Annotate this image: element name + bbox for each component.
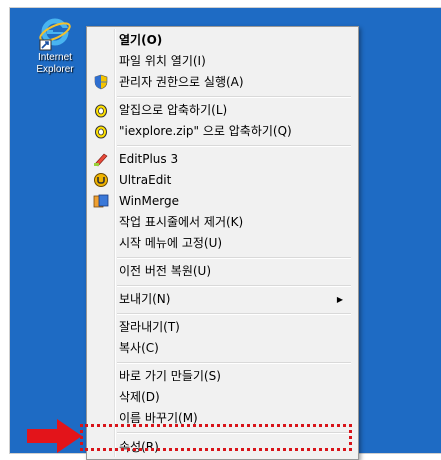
red-arrow-icon [27, 419, 82, 453]
menu-item-copy[interactable]: 복사(C) [89, 338, 355, 359]
menu-item-label: 삭제(D) [119, 390, 160, 404]
menu-separator [117, 145, 351, 147]
menu-item-delete[interactable]: 삭제(D) [89, 387, 355, 408]
context-menu: 열기(O) 파일 위치 열기(I) 관리자 권한으로 실행(A) 알집으로 압축… [86, 26, 359, 460]
editplus-icon [93, 151, 109, 167]
menu-separator [117, 285, 351, 287]
menu-item-open[interactable]: 열기(O) [89, 30, 355, 51]
alzip-icon [93, 123, 109, 139]
menu-separator [117, 96, 351, 98]
menu-item-label: 파일 위치 열기(I) [119, 54, 206, 68]
submenu-arrow-icon: ▶ [336, 295, 343, 304]
menu-item-create-shortcut[interactable]: 바로 가기 만들기(S) [89, 366, 355, 387]
menu-item-open-file-location[interactable]: 파일 위치 열기(I) [89, 51, 355, 72]
menu-item-unpin-taskbar[interactable]: 작업 표시줄에서 제거(K) [89, 212, 355, 233]
menu-item-cut[interactable]: 잘라내기(T) [89, 317, 355, 338]
menu-item-label: 바로 가기 만들기(S) [119, 369, 221, 383]
menu-item-label: 이전 버전 복원(U) [119, 264, 212, 278]
menu-item-compress-to-zip[interactable]: "iexplore.zip" 으로 압축하기(Q) [89, 121, 355, 142]
internet-explorer-shortcut[interactable]: Internet Explorer [26, 17, 84, 75]
menu-separator [117, 313, 351, 315]
menu-separator [117, 257, 351, 259]
uac-shield-icon [93, 74, 109, 90]
menu-item-label: 잘라내기(T) [119, 320, 180, 334]
menu-item-winmerge[interactable]: WinMerge [89, 191, 355, 212]
menu-item-label: 보내기(N) [119, 292, 171, 306]
menu-item-label: 작업 표시줄에서 제거(K) [119, 215, 244, 229]
menu-item-label: 복사(C) [119, 341, 159, 355]
menu-item-label: 관리자 권한으로 실행(A) [119, 75, 244, 89]
menu-item-pin-start-menu[interactable]: 시작 메뉴에 고정(U) [89, 233, 355, 254]
menu-item-label: 열기(O) [119, 33, 163, 47]
menu-item-label: "iexplore.zip" 으로 압축하기(Q) [119, 124, 292, 138]
menu-item-label: WinMerge [119, 194, 179, 208]
icon-label-line1: Internet [38, 52, 72, 63]
menu-item-label: EditPlus 3 [119, 152, 179, 166]
properties-highlight-box [80, 424, 352, 451]
alzip-icon [93, 102, 109, 118]
menu-item-send-to[interactable]: 보내기(N) ▶ [89, 289, 355, 310]
winmerge-icon [93, 193, 109, 209]
menu-item-alzip-compress[interactable]: 알집으로 압축하기(L) [89, 100, 355, 121]
menu-item-label: 시작 메뉴에 고정(U) [119, 236, 223, 250]
ultraedit-icon [93, 172, 109, 188]
internet-explorer-icon [37, 17, 73, 51]
menu-item-run-as-admin[interactable]: 관리자 권한으로 실행(A) [89, 72, 355, 93]
menu-item-ultraedit[interactable]: UltraEdit [89, 170, 355, 191]
menu-separator [117, 362, 351, 364]
menu-item-editplus[interactable]: EditPlus 3 [89, 149, 355, 170]
menu-item-label: 알집으로 압축하기(L) [119, 103, 228, 117]
menu-item-label: UltraEdit [119, 173, 172, 187]
icon-label-line2: Explorer [36, 64, 74, 75]
menu-item-restore-previous[interactable]: 이전 버전 복원(U) [89, 261, 355, 282]
